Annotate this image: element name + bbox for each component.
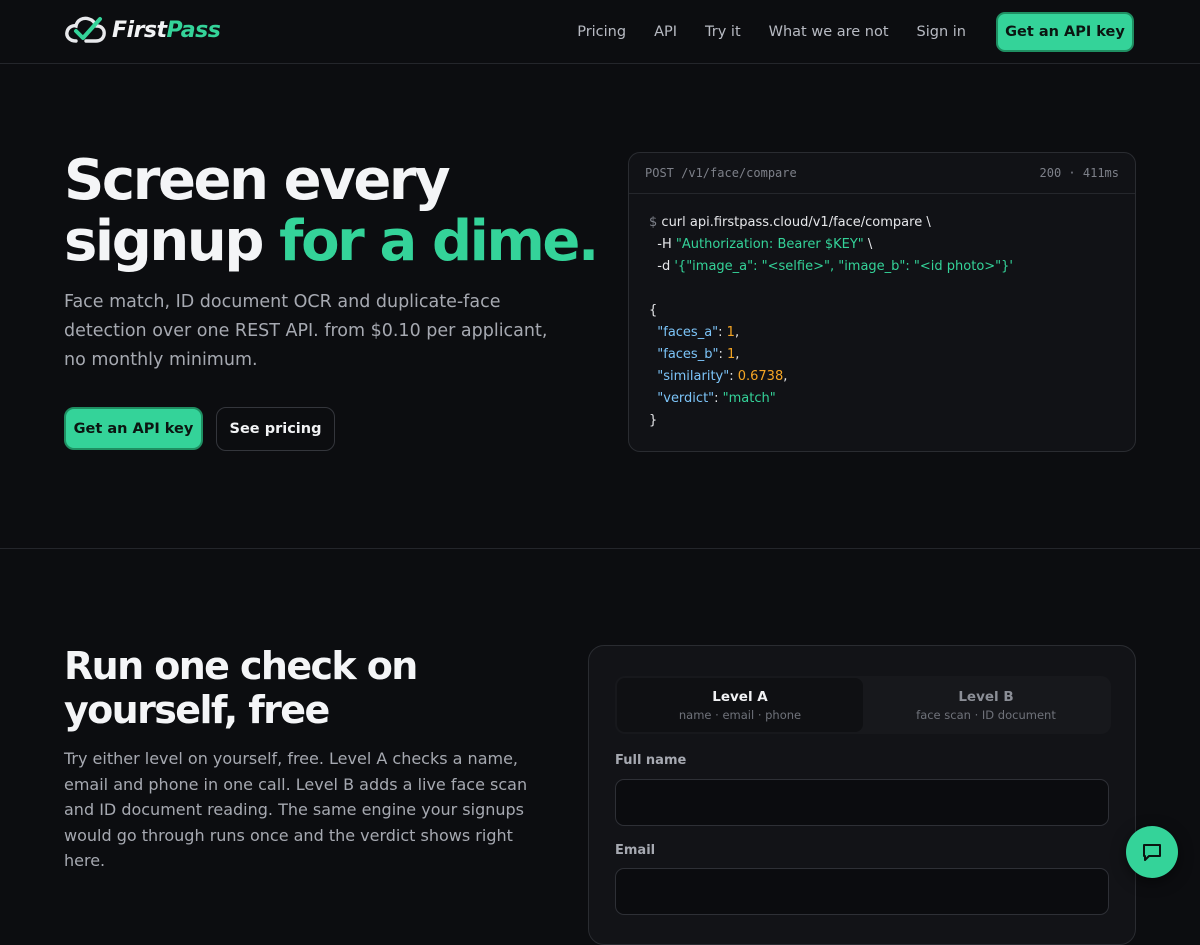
code-card-header: POST /v1/face/compare 200 · 411ms xyxy=(629,153,1135,194)
tab-label: Level A xyxy=(712,688,768,705)
nav-link-api[interactable]: API xyxy=(654,12,677,52)
hero-title-line1: Screen every xyxy=(64,148,451,213)
hero-title-accent: for a dime. xyxy=(279,209,599,274)
code-header-value: "Authorization: Bearer $KEY" xyxy=(675,237,864,252)
brand-name: FirstPass xyxy=(112,17,221,43)
code-prompt: $ xyxy=(649,215,658,230)
code-header-flag: -H xyxy=(657,237,672,252)
response-key: "faces_a" xyxy=(657,325,719,340)
code-sample-card: POST /v1/face/compare 200 · 411ms $ curl… xyxy=(628,152,1136,452)
nav-link-try-it[interactable]: Try it xyxy=(705,12,741,52)
email-input[interactable] xyxy=(615,868,1109,915)
tab-sublabel: face scan · ID document xyxy=(916,707,1056,722)
section-divider xyxy=(0,548,1200,549)
tab-level-a[interactable]: Level A name · email · phone xyxy=(617,678,863,732)
chat-button[interactable] xyxy=(1126,826,1178,878)
response-key: "faces_b" xyxy=(657,347,719,362)
code-command: curl api.firstpass.cloud/v1/face/compare… xyxy=(661,215,931,230)
chat-bubble-icon xyxy=(1143,844,1161,861)
hero-get-api-key-button[interactable]: Get an API key xyxy=(64,407,203,450)
code-data-flag: -d xyxy=(657,259,671,274)
try-section-subtitle: Try either level on yourself, free. Leve… xyxy=(64,749,528,870)
hero-title: Screen every signup for a dime. xyxy=(64,150,604,272)
hero-see-pricing-button[interactable]: See pricing xyxy=(216,407,335,451)
top-nav: FirstPass Pricing API Try it What we are… xyxy=(0,0,1200,64)
response-key: "similarity" xyxy=(657,369,730,384)
try-form-card: Level A name · email · phone Level B fac… xyxy=(588,645,1136,945)
code-body: $ curl api.firstpass.cloud/v1/face/compa… xyxy=(649,215,1014,428)
full-name-input[interactable] xyxy=(615,779,1109,826)
nav-link-pricing[interactable]: Pricing xyxy=(577,12,626,52)
hero-subtitle: Face match, ID document OCR and duplicat… xyxy=(64,292,548,370)
response-value: 0.6738 xyxy=(737,369,784,384)
level-tabs: Level A name · email · phone Level B fac… xyxy=(615,676,1111,734)
nav-links: Pricing API Try it What we are not Sign … xyxy=(577,12,1134,52)
hero-title-line2: signup xyxy=(64,209,280,274)
checkmark-cloud-icon xyxy=(65,16,106,43)
nav-link-sign-in[interactable]: Sign in xyxy=(917,12,966,52)
email-label: Email xyxy=(615,843,656,858)
full-name-label: Full name xyxy=(615,753,687,768)
response-key: "verdict" xyxy=(657,391,715,406)
try-section-title: Run one check on yourself, free xyxy=(64,644,418,732)
response-value: "match" xyxy=(722,391,776,406)
tab-label: Level B xyxy=(958,688,1014,705)
code-data-value: '{"image_a": "<selfie>", "image_b": "<id… xyxy=(674,259,1014,274)
response-value: 1 xyxy=(726,347,736,362)
nav-link-what-we-are-not[interactable]: What we are not xyxy=(769,12,889,52)
nav-get-api-key-button[interactable]: Get an API key xyxy=(996,12,1134,52)
tab-sublabel: name · email · phone xyxy=(678,707,802,722)
response-value: 1 xyxy=(726,325,735,340)
tab-level-b[interactable]: Level B face scan · ID document xyxy=(863,678,1109,732)
brand-logo[interactable]: FirstPass xyxy=(64,14,221,46)
code-status: 200 · 411ms xyxy=(1039,166,1119,180)
code-endpoint: POST /v1/face/compare xyxy=(645,166,797,180)
